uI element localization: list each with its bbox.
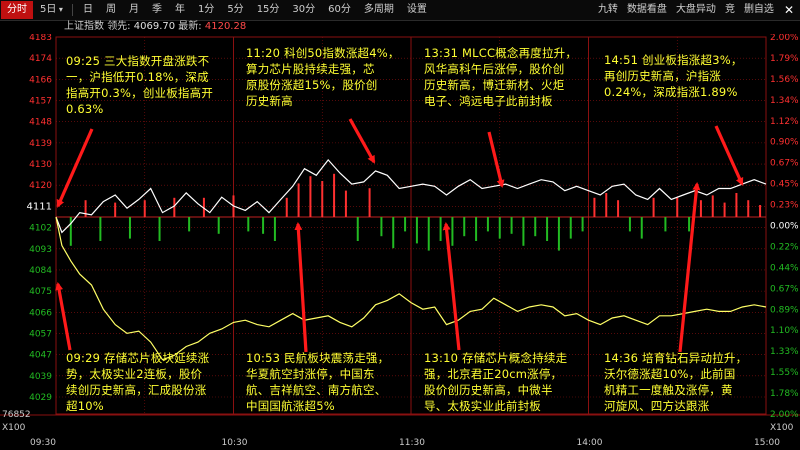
annotation-1310: 13:10 存储芯片概念持续走 强，北京君正20cm涨停， 股价创历史新高，中微… [424,351,568,413]
time-label: 14:00 [577,438,603,448]
right-axis-label: 1.78% [770,389,799,399]
annotation-arrow [348,118,376,164]
annotation-1120: 11:20 科创50指数涨超4%， 算力芯片股持续走强，芯 原股份涨超15%，股… [246,46,400,108]
index-name: 上证指数 [64,21,104,32]
tab-5min[interactable]: 5分 [221,1,249,19]
tab-1min[interactable]: 1分 [192,1,220,19]
annotation-1331: 13:31 MLCC概念再度拉升， 风华高科午后涨停，股价创 历史新高，博迁新材… [424,46,578,108]
market-movement-button[interactable]: 大盘异动 [672,1,720,19]
time-label: 15:00 [754,438,780,448]
toolbar-divider [71,4,73,16]
auction-button[interactable]: 竞 [721,1,739,19]
volume-unit-label-right: X100 [770,423,794,433]
right-axis-label: 0.90% [770,138,799,148]
right-axis-label: 0.44% [770,263,799,273]
right-axis-label: 0.67% [770,284,799,294]
tab-multi-period[interactable]: 多周期 [358,1,400,19]
left-axis-label: 4102 [29,224,52,234]
left-axis-label: 4139 [29,139,52,149]
tab-week[interactable]: 周 [100,1,122,19]
annotation-arrow [56,128,94,208]
right-percent-axis: 2.00% 1.79% 1.56% 1.34% 1.12% 0.90% 0.67% 0.45%… [770,34,799,420]
annotation-arrow [714,125,744,186]
tab-15min[interactable]: 15分 [251,1,286,19]
tab-settings[interactable]: 设置 [401,1,433,19]
time-label: 11:30 [399,438,425,448]
right-axis-label: 0.22% [770,242,799,252]
annotation-arrow [678,182,701,353]
data-board-button[interactable]: 数据看盘 [623,1,671,19]
left-axis-label: 4174 [29,54,52,64]
left-axis-label: 4093 [29,245,52,255]
volume-unit-label: X100 [2,423,26,433]
tab-month[interactable]: 月 [123,1,145,19]
tab-5day[interactable]: 5日 [34,1,69,19]
remove-watchlist-button[interactable]: 删自选 [740,1,778,19]
right-tools: 九转 数据看盘 大盘异动 竞 删自选 ✕ [593,1,800,19]
right-axis-label: 2.00% [770,410,799,420]
left-axis-label: 4039 [29,372,52,382]
right-axis-label: 1.33% [770,347,799,357]
annotation-1436: 14:36 培育钻石异动拉升， 沃尔德涨超10%，此前国 机精工一度触及涨停，黄… [604,351,748,413]
left-axis-label: 4084 [29,266,52,276]
latest-label: 最新: [178,21,202,32]
time-axis: 09:30 10:30 11:30 14:00 15:00 [30,438,780,448]
right-axis-label: 0.67% [770,159,799,169]
left-axis-label: 4166 [29,75,52,85]
annotation-1053: 10:53 民航板块震荡走强， 华夏航空封涨停，中国东 航、吉祥航空、南方航空、… [246,351,390,413]
right-axis-label: 1.12% [770,117,799,127]
right-axis-label: 1.10% [770,326,799,336]
latest-value: 4120.28 [204,21,247,32]
annotation-arrows [55,118,744,353]
right-axis-label: 0.45% [770,180,799,190]
right-axis-label: 1.55% [770,368,799,378]
volume-max-label: 76852 [2,410,31,420]
tab-intraday[interactable]: 分时 [1,1,33,19]
index-info-line: 上证指数 领先: 4069.70 最新: 4120.28 [64,20,246,34]
lead-value: 4069.70 [133,21,176,32]
time-label: 09:30 [30,438,56,448]
annotation-arrow [294,222,308,353]
lead-label: 领先: [107,21,131,32]
jiuzhuan-button[interactable]: 九转 [594,1,622,19]
annotation-0929: 09:29 存储芯片板块延续涨 势，太极实业2连板，股价 续创历史新高，汇成股份… [66,351,210,413]
tab-30min[interactable]: 30分 [286,1,321,19]
tab-day[interactable]: 日 [77,1,99,19]
right-axis-label: 0.89% [770,305,799,315]
left-axis-label: 4066 [29,308,52,318]
left-axis-label: 4183 [29,34,52,43]
left-axis-label: 4157 [29,97,52,107]
tab-60min[interactable]: 60分 [322,1,357,19]
left-axis-label: 4029 [29,393,52,403]
annotation-arrow [55,282,72,351]
right-axis-label: 1.56% [770,75,799,85]
tab-quarter[interactable]: 季 [146,1,168,19]
annotation-0925: 09:25 三大指数开盘涨跌不 一，沪指低开0.18%，深成 指高开0.3%，创… [66,54,214,116]
period-toolbar: 分时 5日 日 周 月 季 年 1分 5分 15分 30分 60分 多周期 设置… [0,0,800,21]
left-axis-label: 4047 [29,351,52,361]
right-axis-label: 1.34% [770,96,799,106]
annotation-1451: 14:51 创业板指涨超3%， 再创历史新高，沪指涨 0.24%，深成指涨1.8… [604,53,743,99]
left-axis-label: 4148 [29,118,52,128]
left-axis-label: 4111 [27,201,52,212]
left-axis-label: 4075 [29,287,52,297]
left-axis-label: 4130 [29,160,52,170]
left-axis-label: 4120 [29,181,52,191]
left-axis-label: 4057 [29,329,52,339]
right-axis-label: 0.00% [770,222,799,232]
close-icon[interactable]: ✕ [778,3,800,17]
time-label: 10:30 [222,438,248,448]
right-axis-label: 2.00% [770,34,799,43]
right-axis-label: 0.23% [770,201,799,211]
annotation-arrow [487,131,505,188]
right-axis-label: 1.79% [770,54,799,64]
tab-year[interactable]: 年 [169,1,191,19]
